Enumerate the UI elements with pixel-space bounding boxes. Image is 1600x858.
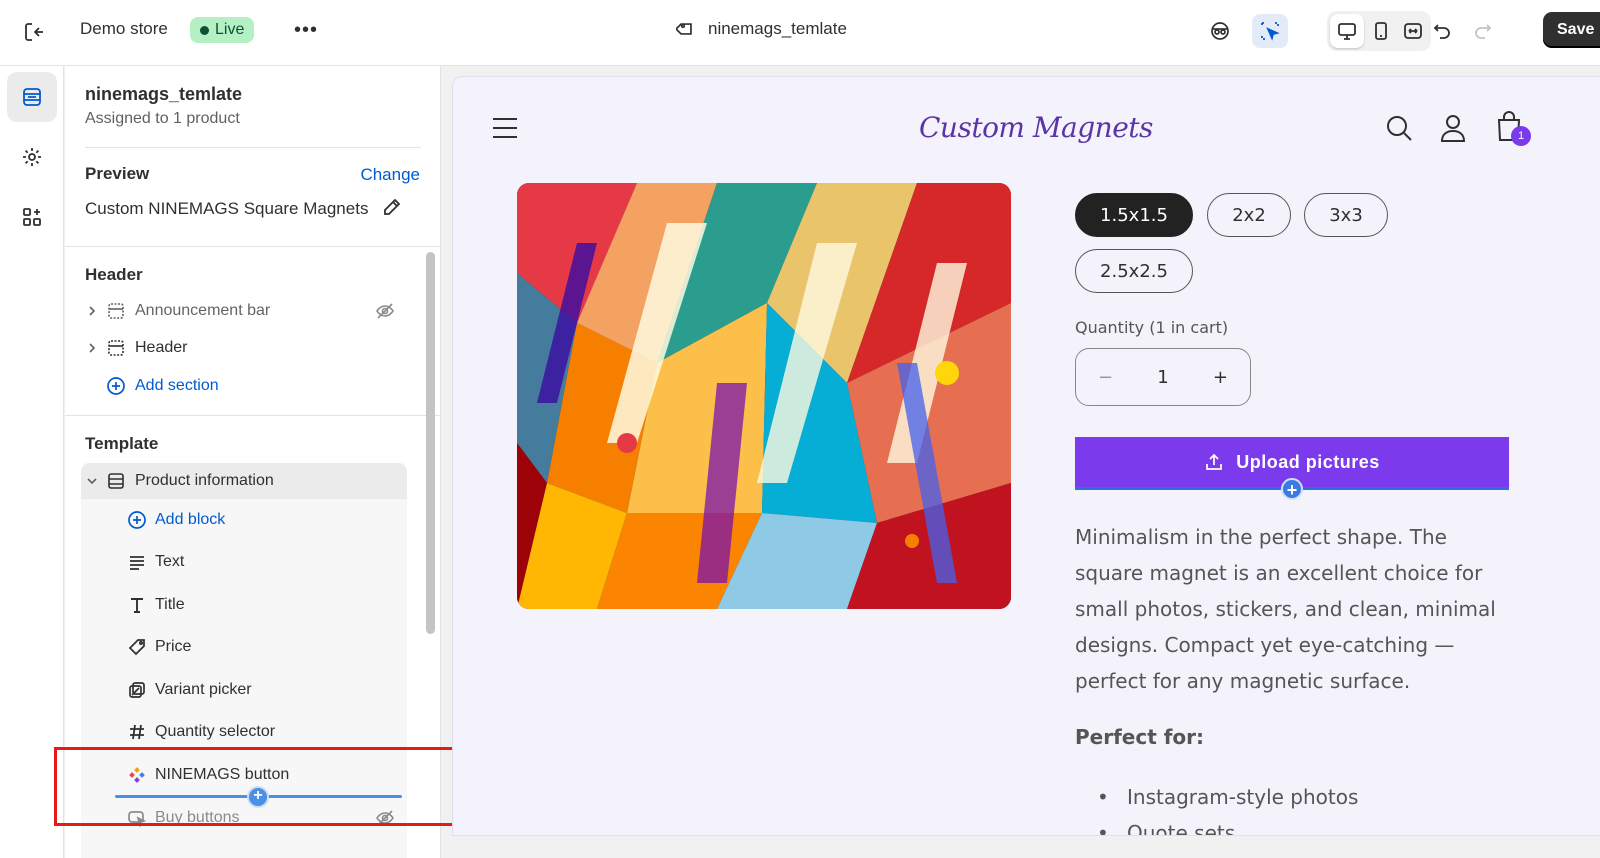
divider <box>65 246 440 247</box>
quantity-plus-icon[interactable]: + <box>1213 367 1228 388</box>
list-item: Quote sets <box>1075 815 1358 835</box>
live-badge: Live <box>190 17 255 43</box>
divider <box>85 147 421 148</box>
cart-count-badge: 1 <box>1511 126 1531 146</box>
block-label: Text <box>155 553 185 570</box>
upload-label: Upload pictures <box>1236 451 1380 472</box>
mobile-icon[interactable] <box>1364 14 1398 48</box>
inspector-icon[interactable] <box>1202 14 1238 48</box>
title-t-icon <box>125 595 149 615</box>
save-button[interactable]: Save <box>1543 12 1600 48</box>
template-name: ninemags_temlate <box>708 19 847 38</box>
block-variant-picker[interactable]: Variant picker <box>125 673 252 707</box>
live-dot-icon <box>200 25 209 35</box>
template-title: ninemags_temlate <box>85 84 243 104</box>
redo-icon[interactable] <box>1465 14 1501 48</box>
price-tag-icon <box>125 637 149 657</box>
upload-icon <box>1206 453 1223 470</box>
product-image[interactable] <box>517 183 1011 609</box>
quantity-label: Quantity (1 in cart) <box>1075 318 1229 337</box>
assigned-count: Assigned to 1 product <box>85 110 240 127</box>
store-logo[interactable]: Custom Magnets <box>919 111 1153 144</box>
more-actions-button[interactable]: ••• <box>292 16 320 44</box>
tag-icon <box>676 23 692 35</box>
size-option-2x2[interactable]: 2x2 <box>1207 193 1291 237</box>
size-option-2.5x2.5[interactable]: 2.5x2.5 <box>1075 249 1193 293</box>
top-bar: Demo store Live ••• ninemags_temlate Sav… <box>0 0 1600 66</box>
template-group-heading: Template <box>85 434 159 453</box>
insert-block-plus-icon[interactable]: + <box>1281 478 1303 500</box>
section-label: Product information <box>135 472 274 489</box>
perfect-for-list: Instagram-style photos Quote sets <box>1075 779 1358 835</box>
account-icon[interactable] <box>1439 113 1467 148</box>
change-preview-link[interactable]: Change <box>360 165 420 185</box>
store-name[interactable]: Demo store <box>80 19 168 39</box>
add-block-label: Add block <box>155 511 226 528</box>
plus-circle-icon <box>103 376 129 396</box>
section-header[interactable]: Header <box>81 331 407 365</box>
header-group-heading: Header <box>85 265 143 284</box>
section-icon <box>103 339 129 357</box>
section-label: Header <box>135 339 188 356</box>
preview-product-name: Custom NINEMAGS Square Magnets <box>85 199 369 218</box>
block-text[interactable]: Text <box>125 545 184 579</box>
chevron-right-icon[interactable] <box>81 342 103 354</box>
app-embeds-icon[interactable] <box>7 192 57 242</box>
product-description: Minimalism in the perfect shape. The squ… <box>1075 525 1496 693</box>
section-product-information[interactable]: Product information <box>81 463 407 499</box>
select-element-icon[interactable] <box>1252 14 1288 48</box>
section-icon <box>103 302 129 320</box>
undo-icon[interactable] <box>1424 14 1460 48</box>
quantity-minus-icon[interactable]: − <box>1098 367 1113 388</box>
section-icon <box>103 472 129 490</box>
plus-circle-icon <box>125 510 149 530</box>
device-toggle-group <box>1327 11 1431 51</box>
size-option-1.5x1.5[interactable]: 1.5x1.5 <box>1075 193 1193 237</box>
quantity-value[interactable]: 1 <box>1157 367 1168 388</box>
hash-icon <box>125 722 149 742</box>
preview-label: Preview <box>85 164 150 183</box>
left-rail <box>0 66 64 858</box>
block-label: Quantity selector <box>155 723 276 740</box>
chevron-right-icon[interactable] <box>81 305 103 317</box>
pencil-icon[interactable] <box>381 196 405 220</box>
text-lines-icon <box>125 552 149 572</box>
size-option-3x3[interactable]: 3x3 <box>1304 193 1388 237</box>
block-label: Variant picker <box>155 681 252 698</box>
block-label: Title <box>155 596 185 613</box>
section-announcement-bar[interactable]: Announcement bar <box>81 294 407 328</box>
add-section-button[interactable]: Add section <box>103 369 429 403</box>
sections-icon[interactable] <box>7 72 57 122</box>
section-label: Announcement bar <box>135 302 271 319</box>
add-block-button[interactable]: Add block <box>125 503 225 537</box>
add-section-label: Add section <box>135 377 219 394</box>
search-icon[interactable] <box>1385 114 1413 147</box>
hidden-eye-icon[interactable] <box>375 301 395 326</box>
variant-picker-icon <box>125 680 149 700</box>
exit-icon[interactable] <box>20 18 48 46</box>
block-quantity-selector[interactable]: Quantity selector <box>125 715 275 749</box>
perfect-for-heading: Perfect for: <box>1075 725 1205 749</box>
desktop-icon[interactable] <box>1330 14 1364 48</box>
divider <box>65 415 440 416</box>
quantity-stepper: − 1 + <box>1075 348 1251 406</box>
sidebar-scrollbar[interactable] <box>426 252 435 634</box>
template-selector[interactable]: ninemags_temlate <box>676 19 847 39</box>
block-title[interactable]: Title <box>125 588 185 622</box>
hamburger-menu-icon[interactable] <box>491 115 519 146</box>
block-price[interactable]: Price <box>125 630 191 664</box>
block-label: Price <box>155 638 192 655</box>
live-label: Live <box>215 21 245 38</box>
theme-settings-icon[interactable] <box>7 132 57 182</box>
store-preview: Custom Magnets 1 1.5x1.5 2x2 3x3 2.5x2.5… <box>452 76 1600 836</box>
list-item: Instagram-style photos <box>1075 779 1358 815</box>
sections-sidebar: ninemags_temlate Assigned to 1 product P… <box>65 66 441 858</box>
chevron-down-icon[interactable] <box>81 476 103 486</box>
annotation-highlight-box <box>54 747 465 826</box>
